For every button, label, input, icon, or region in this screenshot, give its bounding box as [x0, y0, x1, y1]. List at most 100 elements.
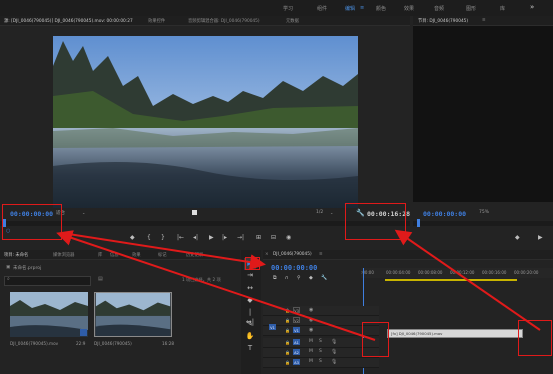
mute-a2[interactable]: M: [309, 349, 313, 354]
mark-in-icon[interactable]: {: [147, 234, 151, 241]
hand-tool-icon[interactable]: ✋: [245, 331, 255, 341]
workspace-editing[interactable]: 编辑: [345, 5, 355, 12]
program-tabs: 节目: DJI_0046(790045) ≡: [413, 16, 553, 26]
timeline-settings-icon[interactable]: 🔧: [321, 275, 327, 281]
tab-libraries[interactable]: 库: [98, 252, 102, 258]
workspace-learn[interactable]: 学习: [283, 5, 293, 12]
nest-icon[interactable]: ⧉: [273, 275, 277, 281]
eye-icon-v1[interactable]: ◉: [309, 327, 313, 333]
workspace-menu-icon[interactable]: ≡: [360, 5, 364, 11]
eye-icon-v2[interactable]: ◉: [309, 317, 313, 323]
project-tabs: 项目: 未命名 媒体浏览器 库 信息 效果 标记 历史记录: [0, 250, 240, 260]
step-back-icon[interactable]: ◂|: [193, 234, 198, 241]
source-patch-v1[interactable]: V1: [269, 324, 276, 330]
workspace-graphics[interactable]: 图形: [466, 5, 476, 12]
program-zoom-dropdown[interactable]: 75%: [479, 210, 489, 215]
marker-square-icon[interactable]: [192, 210, 197, 215]
program-play-icon[interactable]: ▶: [538, 234, 543, 241]
pen-tool-icon[interactable]: ✎: [245, 319, 255, 329]
program-scrub-bar[interactable]: [413, 221, 553, 226]
tab-history[interactable]: 历史记录: [186, 252, 203, 258]
add-marker-icon[interactable]: ◆: [130, 234, 135, 241]
razor-tool-icon[interactable]: ◆: [245, 295, 255, 305]
project-search-input[interactable]: [4, 276, 91, 286]
export-frame-icon[interactable]: ◉: [286, 234, 291, 241]
lock-icon-a1[interactable]: 🔒: [285, 340, 290, 345]
timeline-menu-icon[interactable]: ≡: [319, 252, 323, 257]
tab-info[interactable]: 信息: [110, 252, 119, 258]
mute-a3[interactable]: M: [309, 359, 313, 364]
eye-icon-v3[interactable]: ◉: [309, 307, 313, 313]
lock-icon-a2[interactable]: 🔒: [285, 350, 290, 355]
mic-icon-a3[interactable]: 🎙: [331, 359, 337, 365]
insert-icon[interactable]: ⊞: [256, 234, 261, 241]
track-select-tool-icon[interactable]: ⇥: [245, 270, 255, 280]
type-tool-icon[interactable]: T: [245, 343, 255, 353]
timeline-close-icon[interactable]: ×: [265, 252, 269, 257]
project-panel: 项目: 未命名 媒体浏览器 库 信息 效果 标记 历史记录 ▣ 未命名.prpr…: [0, 250, 240, 374]
clip-thumbnail[interactable]: [10, 292, 88, 337]
tab-markers[interactable]: 标记: [158, 252, 167, 258]
workspace-libraries[interactable]: 库: [500, 5, 505, 12]
slip-tool-icon[interactable]: |↔|: [245, 307, 255, 326]
go-to-out-icon[interactable]: →|: [237, 234, 244, 241]
work-area-bar[interactable]: [385, 279, 517, 281]
new-bin-icon[interactable]: ▤: [98, 276, 103, 282]
more-workspaces-icon[interactable]: »: [530, 3, 534, 11]
program-playhead[interactable]: [417, 219, 420, 227]
solo-a2[interactable]: S: [319, 349, 322, 354]
workspace-color[interactable]: 颜色: [376, 5, 386, 12]
resolution-dropdown[interactable]: 1/2: [316, 210, 323, 215]
play-icon[interactable]: ▶: [209, 234, 214, 241]
lock-icon-v3[interactable]: 🔒: [285, 308, 290, 313]
sequence-thumbnail[interactable]: [94, 292, 172, 337]
mic-icon-a2[interactable]: 🎙: [331, 349, 337, 355]
ruler-tick-1: 00:00:04:00: [386, 270, 411, 275]
timeline-clip[interactable]: [fx] DJI_0046(790045).mov: [387, 329, 523, 338]
tab-metadata[interactable]: 元数据: [286, 18, 299, 24]
overwrite-icon[interactable]: ⊟: [271, 234, 276, 241]
snap-icon[interactable]: ∩: [285, 275, 289, 281]
track-label-a3[interactable]: A3: [293, 359, 300, 365]
sequence-duration: 16:28: [162, 341, 175, 346]
mic-icon-a1[interactable]: 🎙: [331, 339, 337, 345]
tab-source[interactable]: 源: [DJI_0046(790045)] DJI_0046(790045).m…: [4, 18, 133, 24]
workspace-assembly[interactable]: 组件: [317, 5, 327, 12]
add-marker-timeline-icon[interactable]: ◆: [309, 275, 313, 281]
program-menu-icon[interactable]: ≡: [482, 18, 486, 23]
fit-chevron-icon[interactable]: ⌄: [82, 210, 85, 215]
workspace-effects[interactable]: 效果: [404, 5, 414, 12]
tab-audio-mixer[interactable]: 音频剪辑混合器: DJI_0046(790045): [188, 18, 260, 24]
track-label-v2[interactable]: V2: [293, 317, 300, 323]
track-label-v3[interactable]: V3: [293, 307, 300, 313]
solo-a1[interactable]: S: [319, 339, 322, 344]
step-forward-icon[interactable]: |▸: [222, 234, 227, 241]
mark-out-icon[interactable]: }: [161, 234, 165, 241]
lock-icon-v1[interactable]: 🔒: [285, 328, 290, 333]
ruler-tick-5: 00:00:20:00: [514, 270, 539, 275]
go-to-in-icon[interactable]: |←: [177, 234, 184, 241]
ripple-edit-tool-icon[interactable]: ↔: [245, 283, 255, 293]
track-label-a1[interactable]: A1: [293, 339, 300, 345]
clip-badge-icon: [80, 329, 87, 336]
workspace-audio[interactable]: 音频: [434, 5, 444, 12]
tab-effects[interactable]: 效果: [132, 252, 141, 258]
tab-project[interactable]: 项目: 未命名: [4, 252, 28, 258]
lock-icon-a3[interactable]: 🔒: [285, 360, 290, 365]
lock-icon-v2[interactable]: 🔒: [285, 318, 290, 323]
track-label-a2[interactable]: A2: [293, 349, 300, 355]
tab-effect-controls[interactable]: 效果控件: [148, 18, 165, 24]
tab-sequence[interactable]: DJI_0046(790045): [273, 252, 312, 257]
track-label-v1[interactable]: V1: [293, 327, 300, 333]
resolution-chevron-icon[interactable]: ⌄: [330, 210, 333, 215]
timeline-timecode[interactable]: 00:00:00:00: [271, 264, 317, 272]
tab-media-browser[interactable]: 媒体浏览器: [53, 252, 74, 258]
program-marker-icon[interactable]: ◆: [515, 234, 520, 241]
mute-a1[interactable]: M: [309, 339, 313, 344]
ruler-tick-3: 00:00:12:00: [450, 270, 475, 275]
tab-program[interactable]: 节目: DJI_0046(790045): [418, 18, 468, 24]
solo-a3[interactable]: S: [319, 359, 322, 364]
program-timecode[interactable]: 00:00:00:00: [423, 210, 466, 218]
linked-selection-icon[interactable]: ⚲: [297, 275, 301, 281]
ruler-tick-4: 00:00:16:00: [482, 270, 507, 275]
